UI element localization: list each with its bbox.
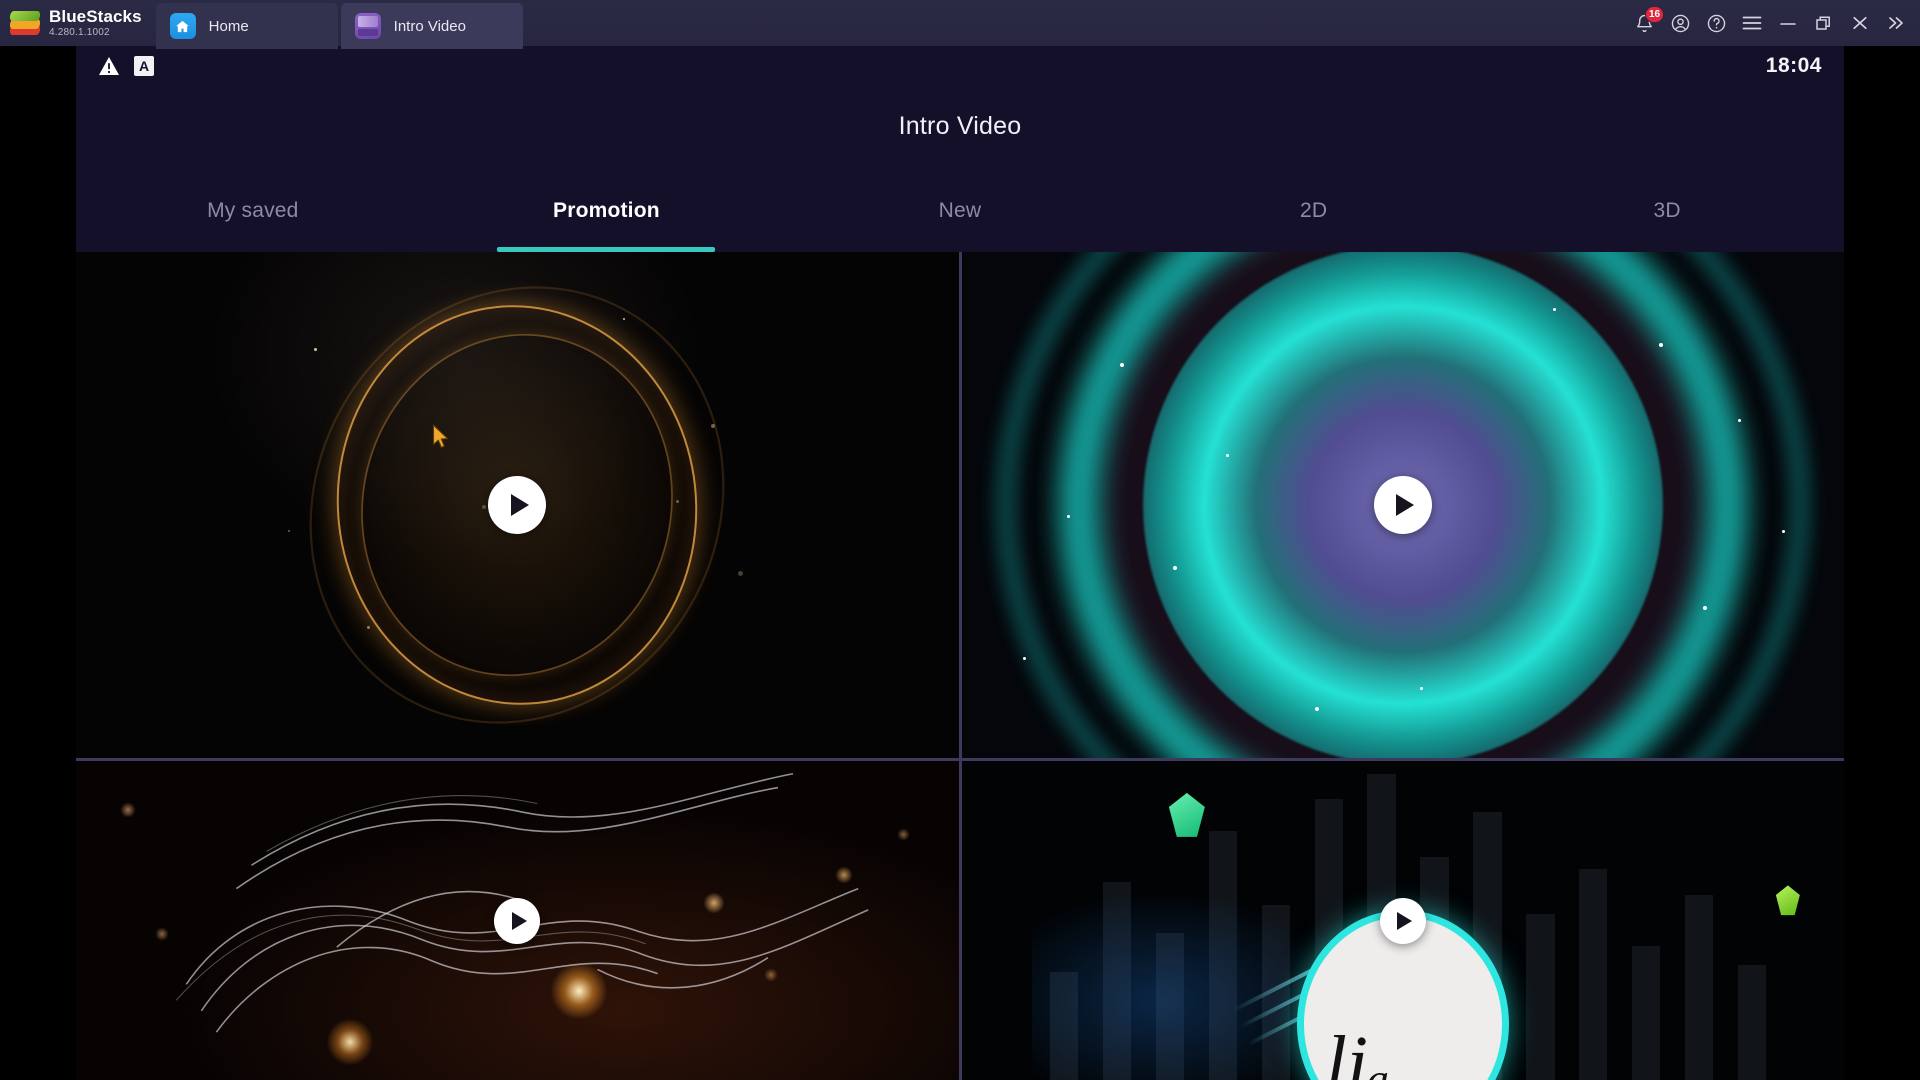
video-thumbnail-white-wisps[interactable] xyxy=(76,761,959,1080)
close-button[interactable] xyxy=(1842,0,1878,46)
status-bar-clock: 18:04 xyxy=(1765,54,1822,77)
help-button[interactable] xyxy=(1698,0,1734,46)
bluestacks-brand: BlueStacks 4.280.1.1002 xyxy=(0,0,156,46)
green-gem-icon xyxy=(1775,885,1800,916)
window-tab-home[interactable]: Home xyxy=(155,3,338,49)
tab-2d-label: 2D xyxy=(1299,199,1328,222)
brand-name: BlueStacks xyxy=(49,7,142,26)
android-status-bar: A 18:04 xyxy=(76,46,1844,86)
category-tab-bar: My saved Promotion New 2D 3D xyxy=(76,188,1844,252)
video-thumbnail-gem-logo[interactable]: liₐ xyxy=(961,761,1844,1080)
play-button-icon[interactable] xyxy=(1373,476,1432,534)
app-header: Intro Video My saved Promotion New 2D 3D xyxy=(76,86,1844,252)
notifications-button[interactable]: 16 xyxy=(1626,0,1665,46)
app-icon xyxy=(354,13,381,39)
video-thumbnail-golden-ring[interactable] xyxy=(76,252,959,758)
maximize-button[interactable] xyxy=(1806,0,1842,46)
tab-my-saved-label: My saved xyxy=(207,199,299,222)
warning-triangle-icon xyxy=(98,56,120,76)
window-controls: 16 xyxy=(1626,0,1920,46)
tab-2d[interactable]: 2D xyxy=(1137,188,1491,252)
bluestacks-titlebar: BlueStacks 4.280.1.1002 Home Intro Video xyxy=(0,0,1920,49)
bluestacks-logo-icon xyxy=(9,10,41,36)
play-button-icon[interactable] xyxy=(488,476,547,534)
page-title: Intro Video xyxy=(898,112,1022,140)
play-button-icon[interactable] xyxy=(494,897,541,944)
video-thumbnail-cyan-burst[interactable] xyxy=(961,252,1844,758)
play-button-icon[interactable] xyxy=(1379,897,1426,944)
video-grid: liₐ xyxy=(76,252,1844,1080)
green-gem-icon xyxy=(1168,792,1205,837)
window-tab-strip: Home Intro Video xyxy=(155,0,523,49)
window-tab-home-label: Home xyxy=(208,17,249,35)
home-icon xyxy=(169,13,196,39)
minimize-button[interactable] xyxy=(1770,0,1806,46)
menu-button[interactable] xyxy=(1734,0,1770,46)
tab-promotion[interactable]: Promotion xyxy=(430,188,784,252)
window-tab-intro-video-label: Intro Video xyxy=(393,17,466,35)
tab-3d-label: 3D xyxy=(1653,199,1681,222)
bluestacks-window: BlueStacks 4.280.1.1002 Home Intro Video xyxy=(0,0,1920,1080)
tab-3d[interactable]: 3D xyxy=(1490,188,1844,252)
tab-my-saved[interactable]: My saved xyxy=(76,188,430,252)
tab-promotion-label: Promotion xyxy=(552,199,660,222)
android-viewport: A 18:04 Intro Video My saved Promotion N… xyxy=(0,46,1920,1080)
logo-script-text: liₐ xyxy=(1325,1021,1391,1080)
titlebar-spacer xyxy=(523,0,1626,46)
app-surface: A 18:04 Intro Video My saved Promotion N… xyxy=(76,46,1844,1080)
window-tab-intro-video[interactable]: Intro Video xyxy=(340,3,523,49)
expand-sidebar-button[interactable] xyxy=(1878,0,1914,46)
account-button[interactable] xyxy=(1662,0,1698,46)
brand-version: 4.280.1.1002 xyxy=(49,27,110,38)
tab-new[interactable]: New xyxy=(783,188,1137,252)
tab-new-label: New xyxy=(938,199,982,222)
abc-keyboard-icon: A xyxy=(134,56,154,76)
